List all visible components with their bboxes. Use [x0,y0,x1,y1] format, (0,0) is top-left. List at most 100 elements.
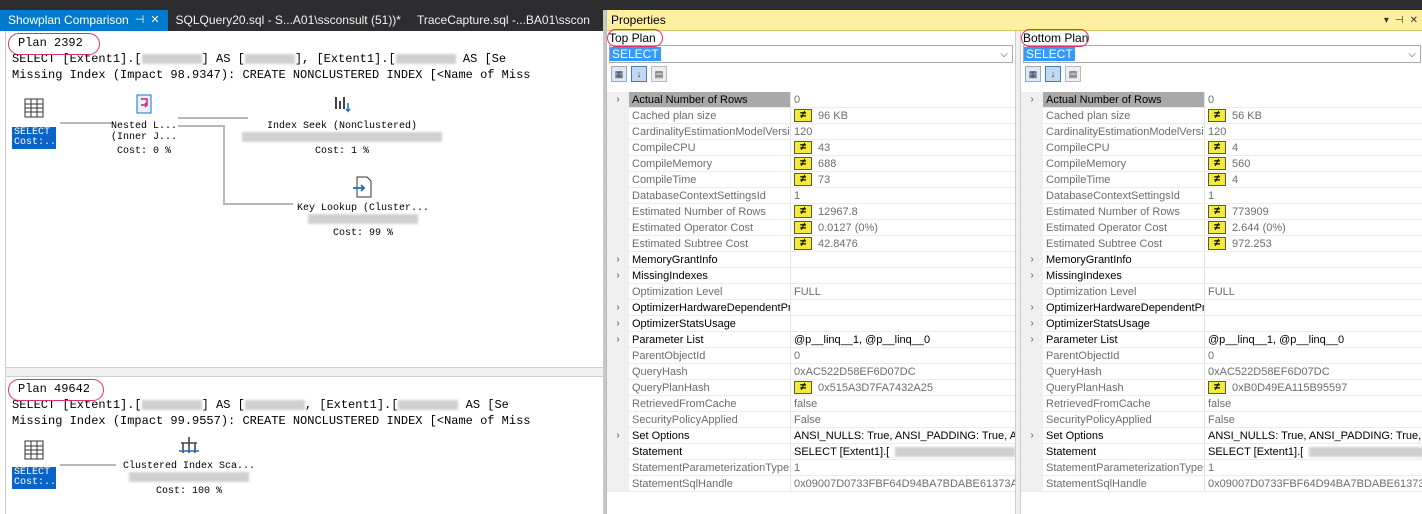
property-row[interactable]: Estimated Operator Cost ≠ 0.0127 (0%) [607,220,1015,236]
property-row[interactable]: › Actual Number of Rows 0 [1021,92,1422,108]
select-node[interactable] [14,97,54,123]
nested-loops-node[interactable]: Nested L... (Inner J... Cost: 0 % [106,93,182,157]
property-value[interactable]: FULL [791,284,1015,299]
property-row[interactable]: › MissingIndexes [1021,268,1422,284]
property-value[interactable]: ≠ 42.8476 [791,236,1015,251]
alphabetical-icon[interactable]: ↓ [631,66,647,82]
property-value[interactable]: @p__linq__1, @p__linq__0 [1205,332,1422,347]
property-value[interactable]: ANSI_NULLS: True, ANSI_PADDING: True, A [791,428,1015,443]
clustered-index-scan-node[interactable]: Clustered Index Sca... Cost: 100 % [114,433,264,497]
property-value[interactable] [1205,316,1422,331]
property-value[interactable]: ≠ 2.644 (0%) [1205,220,1422,235]
bottom-plan[interactable]: Plan 49642 SELECT [Extent1].[] AS [, [Ex… [6,379,603,514]
property-value[interactable]: false [791,396,1015,411]
expand-icon[interactable]: › [1021,428,1043,443]
tab-sqlquery20[interactable]: SQLQuery20.sql - S...A01\ssconsult (51))… [168,10,409,31]
property-value[interactable]: ≠ 560 [1205,156,1422,171]
select-node[interactable] [14,439,54,465]
property-value[interactable] [791,316,1015,331]
property-row[interactable]: Estimated Number of Rows ≠ 12967.8 [607,204,1015,220]
property-row[interactable]: StatementParameterizationType 1 [607,460,1015,476]
property-row[interactable]: StatementSqlHandle 0x09007D0733FBF64D94BA… [1021,476,1422,492]
categorized-icon[interactable]: ▦ [1025,66,1041,82]
property-pages-icon[interactable]: ▤ [1065,66,1081,82]
plan-splitter[interactable] [6,367,603,377]
property-row[interactable]: Statement SELECT [Extent1].[ [607,444,1015,460]
index-seek-node[interactable]: Index Seek (NonClustered) Cost: 1 % [242,93,442,157]
property-value[interactable]: 120 [791,124,1015,139]
dropdown-icon[interactable]: ▾ [1384,15,1389,26]
property-row[interactable]: › OptimizerStatsUsage [607,316,1015,332]
property-row[interactable]: QueryPlanHash ≠ 0x515A3D7FA7432A25 [607,380,1015,396]
missing-index-text[interactable]: Missing Index (Impact 99.9557): CREATE N… [6,413,603,429]
property-row[interactable]: Optimization Level FULL [1021,284,1422,300]
property-value[interactable]: ≠ 73 [791,172,1015,187]
property-row[interactable]: Statement SELECT [Extent1].[ [1021,444,1422,460]
tab-showplan-comparison[interactable]: Showplan Comparison ⊣ ✕ [0,10,168,31]
property-value[interactable]: ≠ 4 [1205,172,1422,187]
expand-icon[interactable]: › [1021,300,1043,315]
property-row[interactable]: › MemoryGrantInfo [1021,252,1422,268]
property-value[interactable]: ≠ 0xB0D49EA115B95597 [1205,380,1422,395]
property-value[interactable]: false [1205,396,1422,411]
property-value[interactable]: 0 [1205,92,1422,107]
property-value[interactable]: 0xAC522D58EF6D07DC [791,364,1015,379]
property-row[interactable]: › Set Options ANSI_NULLS: True, ANSI_PADDI… [1021,428,1422,444]
property-row[interactable]: Estimated Operator Cost ≠ 2.644 (0%) [1021,220,1422,236]
object-selector[interactable]: SELECT ⌵ [1023,45,1421,63]
property-value[interactable]: ≠ 12967.8 [791,204,1015,219]
property-row[interactable]: CompileTime ≠ 73 [607,172,1015,188]
property-row[interactable]: Cached plan size ≠ 56 KB [1021,108,1422,124]
property-row[interactable]: › OptimizerStatsUsage [1021,316,1422,332]
property-row[interactable]: CompileCPU ≠ 43 [607,140,1015,156]
property-row[interactable]: RetrievedFromCache false [1021,396,1422,412]
property-row[interactable]: Cached plan size ≠ 96 KB [607,108,1015,124]
property-value[interactable] [791,268,1015,283]
property-value[interactable]: 1 [791,188,1015,203]
property-row[interactable]: › MissingIndexes [607,268,1015,284]
property-value[interactable]: 1 [791,460,1015,475]
property-value[interactable]: 0x09007D0733FBF64D94BA7BDABE61373A4 [1205,476,1422,491]
property-value[interactable]: 0 [791,92,1015,107]
property-row[interactable]: QueryPlanHash ≠ 0xB0D49EA115B95597 [1021,380,1422,396]
property-row[interactable]: ›OptimizerHardwareDependentProperties [1021,300,1422,316]
property-value[interactable]: 1 [1205,460,1422,475]
key-lookup-node[interactable]: Key Lookup (Cluster... Cost: 99 % [288,175,438,239]
pin-icon[interactable]: ⊣ [135,10,145,31]
property-value[interactable]: FULL [1205,284,1422,299]
select-node-label[interactable]: SELECT Cost:... [12,127,62,149]
property-value[interactable]: ≠ 773909 [1205,204,1422,219]
property-value[interactable]: ≠ 688 [791,156,1015,171]
property-row[interactable]: › MemoryGrantInfo [607,252,1015,268]
property-value[interactable]: 120 [1205,124,1422,139]
top-plan[interactable]: Plan 2392 SELECT [Extent1].[] AS [], [Ex… [6,33,603,367]
chevron-down-icon[interactable]: ⌵ [1000,49,1012,60]
property-row[interactable]: SecurityPolicyApplied False [607,412,1015,428]
property-value[interactable]: ≠ 972.253 [1205,236,1422,251]
property-value[interactable] [791,252,1015,267]
chevron-down-icon[interactable]: ⌵ [1408,49,1420,60]
property-row[interactable]: CompileMemory ≠ 688 [607,156,1015,172]
property-row[interactable]: › Parameter List @p__linq__1, @p__linq__0 [1021,332,1422,348]
property-value[interactable] [1205,252,1422,267]
property-value[interactable]: @p__linq__1, @p__linq__0 [791,332,1015,347]
property-value[interactable]: SELECT [Extent1].[ [1205,444,1422,459]
property-value[interactable] [1205,300,1422,315]
property-row[interactable]: Estimated Subtree Cost ≠ 972.253 [1021,236,1422,252]
property-value[interactable] [791,300,1015,315]
missing-index-text[interactable]: Missing Index (Impact 98.9347): CREATE N… [6,67,603,83]
expand-icon[interactable]: › [1021,252,1043,267]
property-value[interactable]: 0 [791,348,1015,363]
property-row[interactable]: CompileCPU ≠ 4 [1021,140,1422,156]
property-row[interactable]: › Parameter List @p__linq__1, @p__linq__0 [607,332,1015,348]
property-value[interactable]: SELECT [Extent1].[ [791,444,1015,459]
property-row[interactable]: Estimated Subtree Cost ≠ 42.8476 [607,236,1015,252]
property-value[interactable]: 0xAC522D58EF6D07DC [1205,364,1422,379]
property-row[interactable]: SecurityPolicyApplied False [1021,412,1422,428]
property-row[interactable]: ParentObjectId 0 [607,348,1015,364]
select-node-label[interactable]: SELECT Cost:... [12,467,62,489]
property-row[interactable]: QueryHash 0xAC522D58EF6D07DC [1021,364,1422,380]
property-value[interactable]: 1 [1205,188,1422,203]
property-pages-icon[interactable]: ▤ [651,66,667,82]
property-value[interactable] [1205,268,1422,283]
